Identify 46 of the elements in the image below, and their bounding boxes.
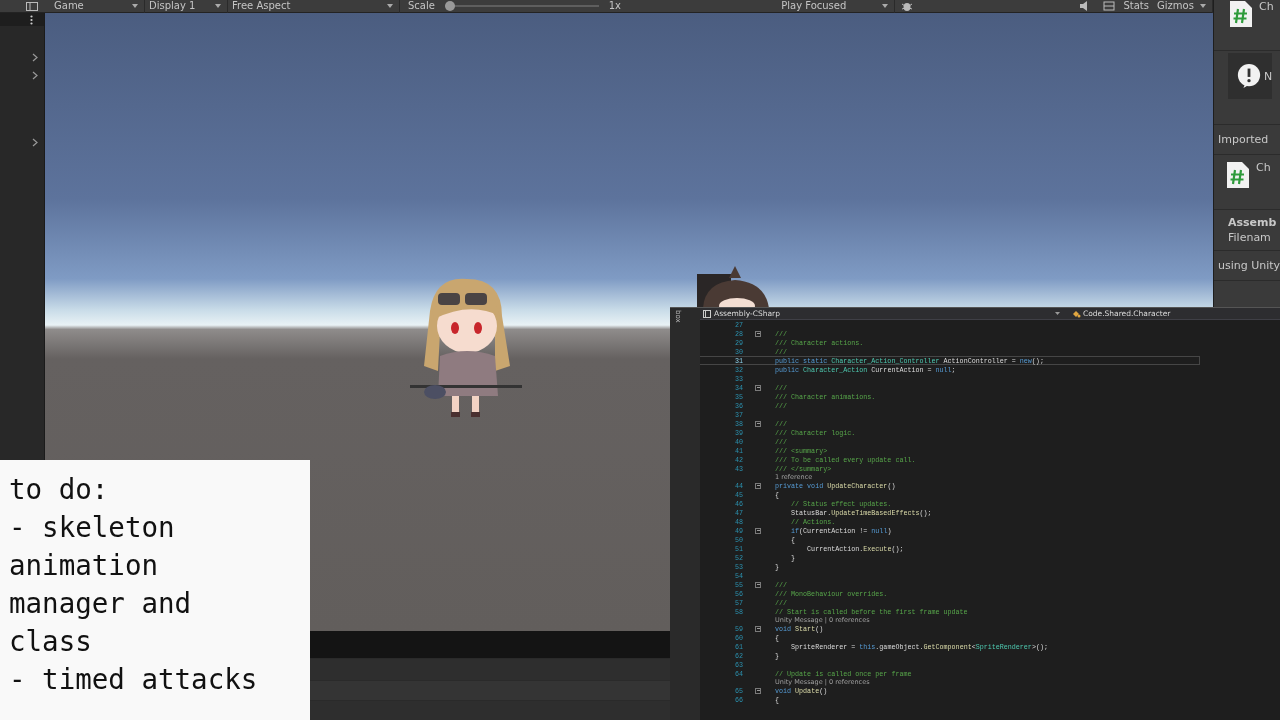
script-file-icon bbox=[1229, 0, 1253, 28]
inspector-title: Ch bbox=[1259, 0, 1274, 13]
asset-name: Ch bbox=[1256, 161, 1271, 174]
caret-icon bbox=[215, 4, 221, 8]
caret-icon bbox=[387, 4, 393, 8]
property-label: Filenam bbox=[1228, 231, 1272, 244]
project-icon bbox=[703, 309, 711, 318]
property-label: Assemb bbox=[1228, 216, 1278, 229]
fold-toggle[interactable] bbox=[755, 330, 761, 337]
fold-toggle[interactable] bbox=[755, 581, 761, 588]
scale-slider[interactable] bbox=[444, 1, 599, 11]
more-icon[interactable] bbox=[30, 14, 33, 25]
dropdown[interactable]: Play Focused bbox=[777, 0, 896, 13]
note-line: class bbox=[9, 624, 93, 659]
fold-toggle[interactable] bbox=[755, 384, 761, 391]
class-icon bbox=[1072, 309, 1081, 318]
fold-toggle[interactable] bbox=[755, 482, 761, 489]
fold-toggle[interactable] bbox=[755, 687, 761, 694]
note-line: - timed attacks bbox=[9, 662, 259, 697]
stats-button[interactable]: Stats bbox=[1119, 1, 1153, 11]
notice-text: N bbox=[1264, 69, 1273, 83]
script-file-icon bbox=[1226, 161, 1250, 189]
chevron-icon[interactable] bbox=[32, 138, 38, 147]
note-line: - skeleton bbox=[9, 510, 176, 545]
fold-toggle[interactable] bbox=[755, 625, 761, 632]
bug-icon[interactable] bbox=[901, 1, 914, 11]
layout-icon[interactable] bbox=[26, 1, 38, 11]
dropdown[interactable]: Free Aspect bbox=[228, 0, 400, 13]
fold-toggle[interactable] bbox=[755, 420, 761, 427]
caret-icon[interactable] bbox=[1055, 312, 1060, 315]
dropdown[interactable]: Display 1 bbox=[145, 0, 228, 13]
warning-icon bbox=[1236, 63, 1262, 89]
code-preview: using Unity bbox=[1218, 259, 1280, 272]
section-header: Imported bbox=[1218, 133, 1269, 146]
caret-icon bbox=[882, 4, 889, 8]
fold-toggle[interactable] bbox=[755, 527, 761, 534]
caret-icon bbox=[1200, 4, 1206, 8]
scale-label: Scale bbox=[407, 1, 436, 11]
note-line: to do: bbox=[9, 472, 110, 507]
dropdown[interactable]: Game bbox=[50, 0, 145, 13]
note-line: animation bbox=[9, 548, 159, 583]
scale-reading: 1x bbox=[607, 1, 622, 11]
slider-thumb[interactable] bbox=[444, 1, 455, 11]
note-line: manager and bbox=[9, 586, 193, 621]
grid-icon[interactable] bbox=[1103, 1, 1116, 11]
caret-icon bbox=[132, 4, 138, 8]
